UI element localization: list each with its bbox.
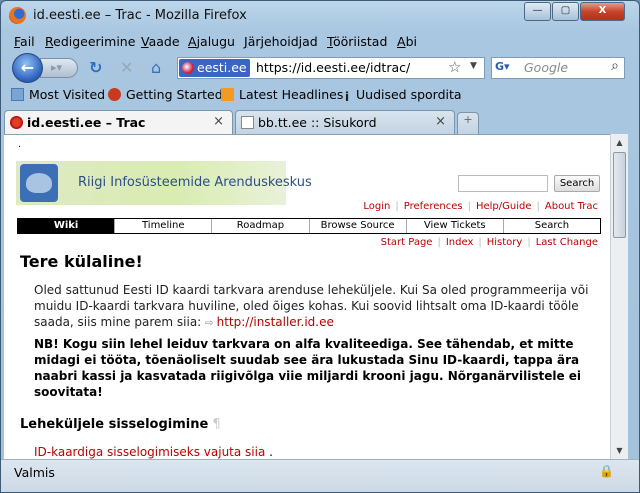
menu-bar: Fail Redigeerimine Vaade Ajalugu Järjeho… <box>1 31 639 52</box>
help-guide-link[interactable]: Help/Guide <box>476 201 532 212</box>
site-identity-button[interactable]: eesti.ee <box>179 59 250 77</box>
estonia-coat-of-arms-icon <box>20 164 58 202</box>
stray-dot: . <box>18 139 22 150</box>
bookmark-uudised-spordita[interactable]: i Uudised spordita <box>343 87 462 104</box>
nav-browse-source[interactable]: Browse Source <box>310 219 407 233</box>
tab-close-icon[interactable]: × <box>213 114 224 129</box>
nav-roadmap[interactable]: Roadmap <box>212 219 310 233</box>
bookmark-latest-headlines[interactable]: Latest Headlines <box>221 87 343 102</box>
browser-window: id.eesti.ee – Trac - Mozilla Firefox — ▢… <box>0 0 640 493</box>
tab-id-eesti-trac[interactable]: id.eesti.ee – Trac × <box>4 110 233 134</box>
navigation-toolbar: ▸▾ ← ↻ ✕ ⌂ eesti.ee https://id.eesti.ee/… <box>1 52 639 84</box>
page-icon <box>241 116 254 129</box>
tab-bb-tt-ee[interactable]: bb.tt.ee :: Sisukord × <box>235 110 455 134</box>
context-navigation: Start Page | Index | History | Last Change <box>380 237 598 248</box>
installer-link[interactable]: http://installer.id.ee <box>205 315 334 329</box>
status-bar: Valmis 🔒 <box>1 459 639 492</box>
nav-view-tickets[interactable]: View Tickets <box>407 219 504 233</box>
main-navigation: Wiki Timeline Roadmap Browse Source View… <box>17 218 601 234</box>
login-link[interactable]: Login <box>363 201 390 212</box>
info-icon: i <box>344 89 350 104</box>
rss-icon <box>221 88 234 101</box>
url-bar[interactable]: eesti.ee https://id.eesti.ee/idtrac/ ☆ ▼ <box>177 57 485 79</box>
id-card-login-paragraph: ID-kaardiga sisselogimiseks vajuta siia … <box>34 445 273 459</box>
window-title: id.eesti.ee – Trac - Mozilla Firefox <box>33 8 247 23</box>
logo-text: Riigi Infosüsteemide Arenduskeskus <box>78 175 312 190</box>
bookmark-star-icon[interactable]: ☆ <box>448 58 461 76</box>
stop-icon[interactable]: ✕ <box>120 58 133 78</box>
firefox-logo-icon <box>9 7 26 24</box>
trac-search-button[interactable]: Search <box>554 175 600 192</box>
page-content: . Riigi Infosüsteemide Arenduskeskus Sea… <box>4 134 610 459</box>
menu-vaade[interactable]: Vaade <box>141 34 180 49</box>
tab-close-icon[interactable]: × <box>435 114 446 129</box>
forward-button[interactable]: ▸▾ <box>40 58 78 78</box>
preferences-link[interactable]: Preferences <box>404 201 463 212</box>
menu-tooriistad[interactable]: Tööriistad <box>327 34 387 49</box>
minimize-button[interactable]: — <box>524 2 551 21</box>
menu-redigeerimine[interactable]: Redigeerimine <box>45 34 135 49</box>
history-link[interactable]: History <box>487 237 523 248</box>
plus-icon: + <box>463 113 473 126</box>
search-input[interactable]: Google <box>524 60 568 75</box>
reload-icon[interactable]: ↻ <box>89 58 102 78</box>
section-heading: Leheküljele sisselogimine ¶ <box>20 417 221 432</box>
search-bar[interactable]: G▾ Google ⌕ <box>491 57 625 79</box>
menu-fail[interactable]: Fail <box>14 34 35 49</box>
firefox-bookmark-icon <box>108 88 121 101</box>
about-trac-link[interactable]: About Trac <box>545 201 598 212</box>
close-window-button[interactable]: X <box>580 2 625 21</box>
tab-strip: id.eesti.ee – Trac × bb.tt.ee :: Sisukor… <box>1 107 639 134</box>
nav-wiki[interactable]: Wiki <box>18 219 116 233</box>
id-card-login-link[interactable]: ID-kaardiga sisselogimiseks vajuta siia <box>34 445 265 459</box>
last-change-link[interactable]: Last Change <box>536 237 598 248</box>
nav-search[interactable]: Search <box>504 219 600 233</box>
bookmarks-toolbar: Most Visited Getting Started Latest Head… <box>1 84 639 105</box>
index-link[interactable]: Index <box>446 237 474 248</box>
scroll-up-arrow-icon[interactable]: ▲ <box>611 134 628 151</box>
start-page-link[interactable]: Start Page <box>381 237 433 248</box>
alpha-warning: NB! Kogu siin lehel leiduv tarkvara on a… <box>34 337 582 399</box>
search-magnifier-icon[interactable]: ⌕ <box>611 58 619 74</box>
site-favicon-icon <box>182 62 194 74</box>
status-text: Valmis <box>14 465 55 480</box>
nav-timeline[interactable]: Timeline <box>115 219 213 233</box>
menu-ajalugu[interactable]: Ajalugu <box>188 34 235 49</box>
scroll-down-arrow-icon[interactable]: ▼ <box>611 442 628 459</box>
trac-search-input[interactable] <box>458 175 548 192</box>
maximize-button[interactable]: ▢ <box>552 2 579 21</box>
trac-favicon-icon <box>10 116 23 129</box>
menu-jarjehoidjad[interactable]: Järjehoidjad <box>244 34 318 49</box>
padlock-icon[interactable]: 🔒 <box>599 464 614 478</box>
intro-paragraph: Oled sattunud Eesti ID kaardi tarkvara a… <box>34 282 604 332</box>
meta-navigation: Login | Preferences | Help/Guide | About Trac <box>363 201 598 212</box>
title-bar: id.eesti.ee – Trac - Mozilla Firefox — ▢… <box>1 1 639 31</box>
menu-abi[interactable]: Abi <box>397 34 417 49</box>
bookmark-getting-started[interactable]: Getting Started <box>108 87 223 102</box>
scroll-thumb[interactable] <box>613 152 626 238</box>
url-history-dropdown-icon[interactable]: ▼ <box>470 61 477 71</box>
page-heading: Tere külaline! <box>20 252 143 271</box>
back-button[interactable]: ← <box>12 53 43 83</box>
new-tab-button[interactable]: + <box>457 112 479 134</box>
forward-arrow-icon: ▸▾ <box>51 61 63 74</box>
vertical-scrollbar[interactable]: ▲ ▼ <box>610 134 628 459</box>
back-arrow-icon: ← <box>20 58 35 77</box>
site-logo[interactable]: Riigi Infosüsteemide Arenduskeskus <box>16 161 312 205</box>
anchor-pilcrow[interactable]: ¶ <box>212 417 220 432</box>
url-text[interactable]: https://id.eesti.ee/idtrac/ <box>256 60 410 75</box>
home-icon[interactable]: ⌂ <box>151 58 161 78</box>
google-engine-icon[interactable]: G▾ <box>495 60 521 76</box>
folder-icon <box>11 88 24 101</box>
bookmark-most-visited[interactable]: Most Visited <box>11 87 105 102</box>
